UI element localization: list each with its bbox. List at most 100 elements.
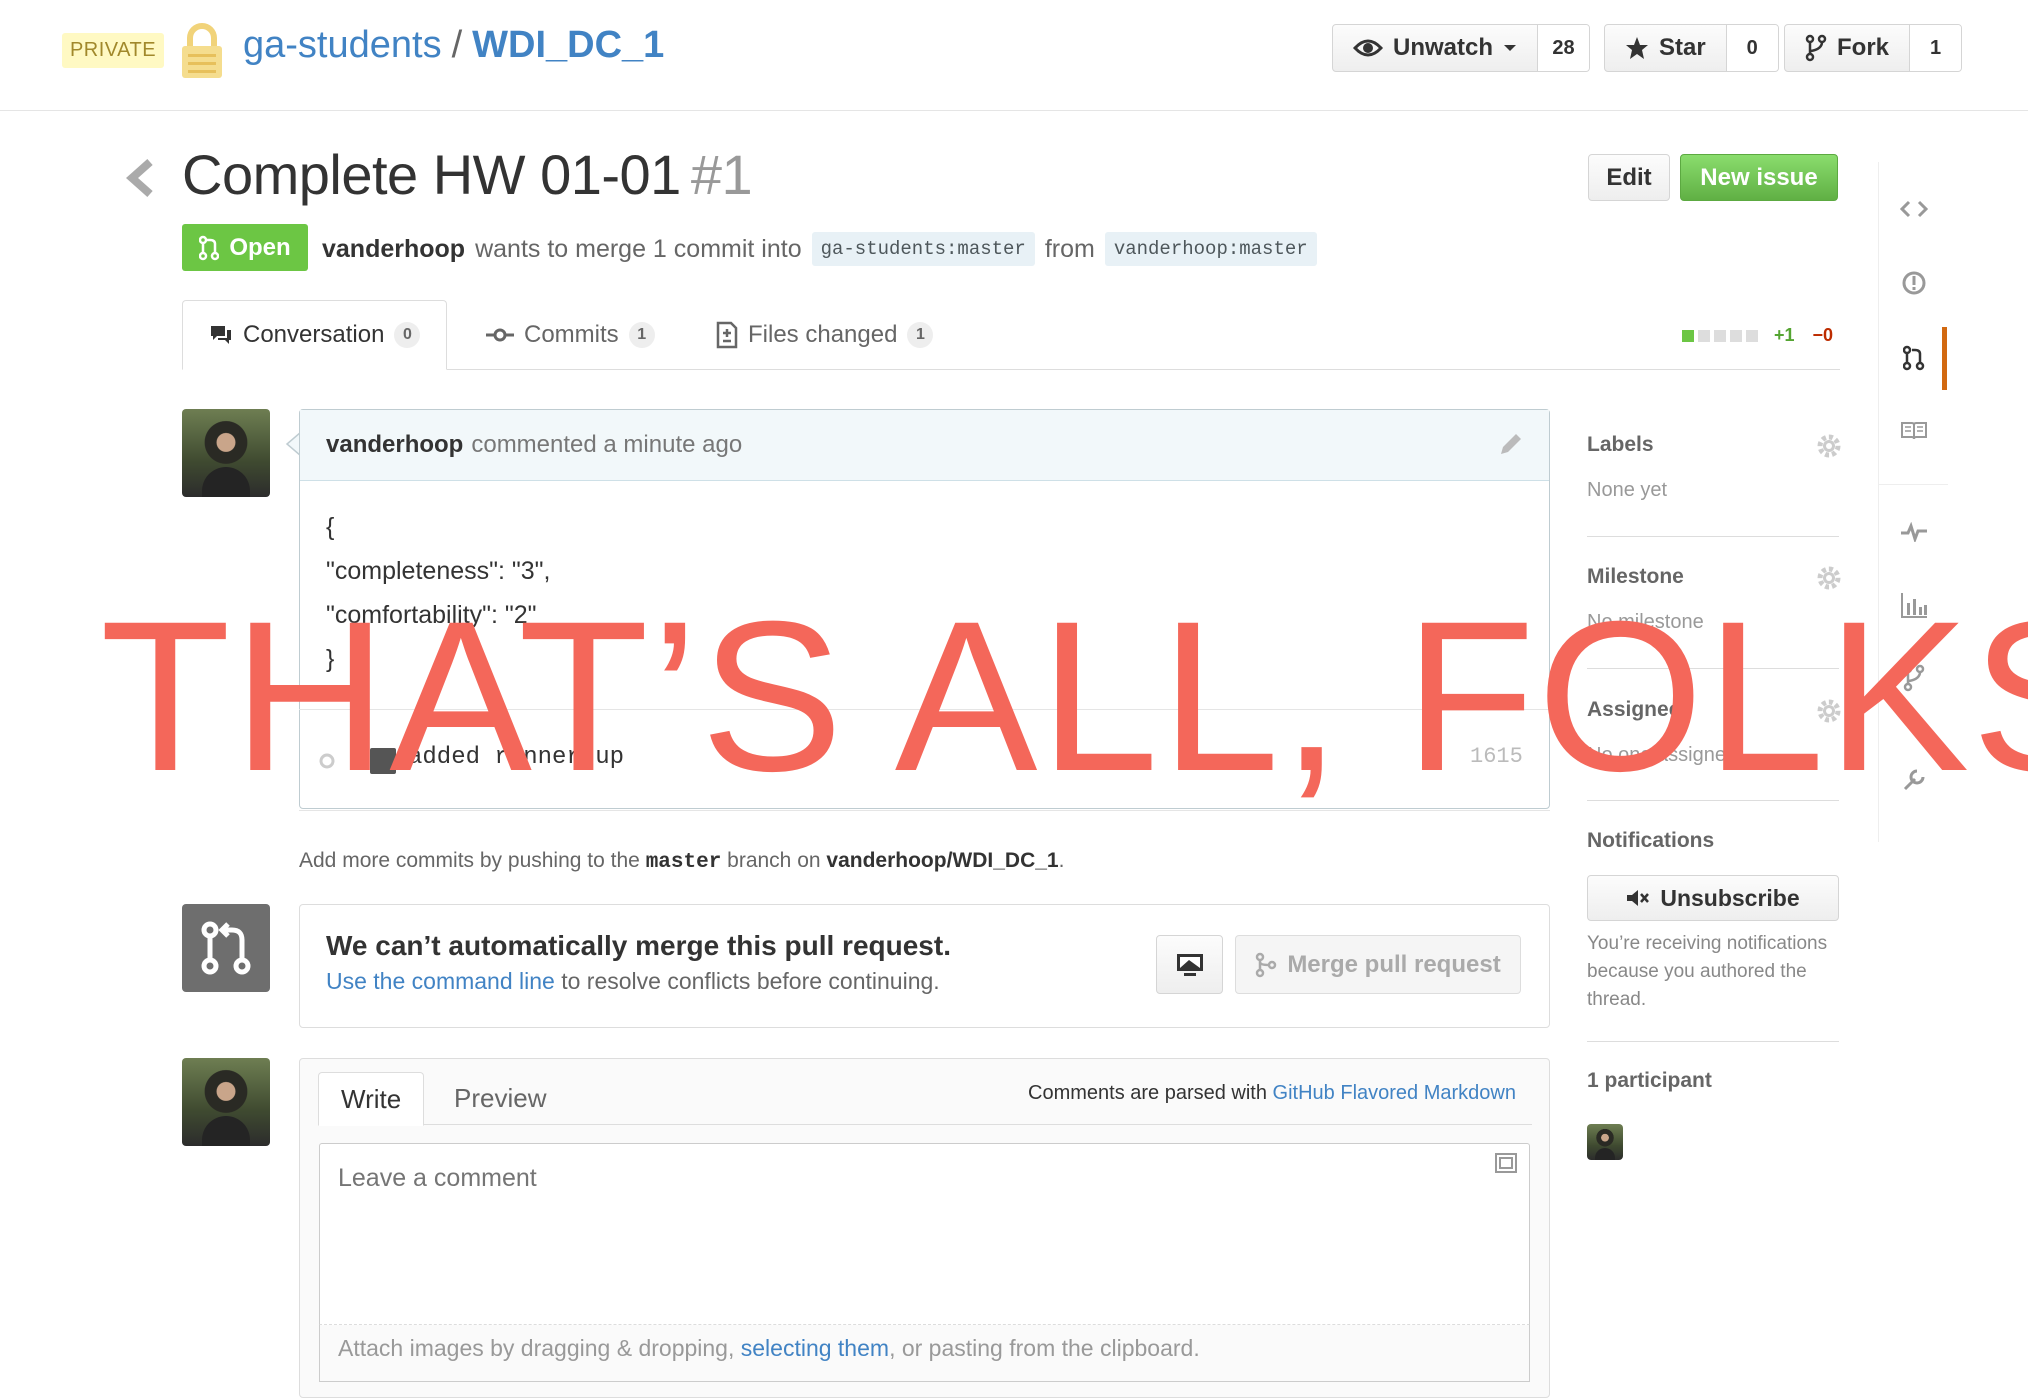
nav-issues[interactable] bbox=[1886, 263, 1942, 303]
fork-button-group: Fork 1 bbox=[1784, 24, 1963, 72]
fullscreen-icon[interactable] bbox=[1494, 1152, 1518, 1174]
tab-commits-count: 1 bbox=[628, 322, 655, 348]
forks-count[interactable]: 1 bbox=[1909, 25, 1962, 71]
unwatch-button[interactable]: Unwatch bbox=[1333, 25, 1537, 71]
pull-request-icon bbox=[201, 921, 251, 975]
avatar[interactable] bbox=[182, 409, 270, 497]
stargazers-count[interactable]: 0 bbox=[1725, 25, 1778, 71]
comment-line: { bbox=[326, 513, 335, 541]
participants-heading: 1 participant bbox=[1587, 1069, 1712, 1092]
push-note-prefix: Add more commits by pushing to the bbox=[299, 849, 640, 872]
attach-suffix: , or pasting from the clipboard. bbox=[889, 1335, 1200, 1361]
avatar[interactable] bbox=[182, 1058, 270, 1146]
tab-commits[interactable]: Commits 1 bbox=[460, 300, 681, 370]
repo-name-link[interactable]: WDI_DC_1 bbox=[472, 24, 664, 66]
repo-breadcrumb: ga-students / WDI_DC_1 bbox=[243, 24, 664, 67]
tab-preview[interactable]: Preview bbox=[432, 1072, 568, 1124]
comment-author-link[interactable]: vanderhoop bbox=[326, 431, 463, 459]
star-label: Star bbox=[1659, 34, 1706, 61]
nav-wiki[interactable] bbox=[1886, 411, 1942, 451]
repo-owner-link[interactable]: ga-students bbox=[243, 24, 442, 66]
tab-conversation-label: Conversation bbox=[243, 321, 385, 348]
sidebar-divider bbox=[1587, 536, 1839, 537]
pull-request-icon bbox=[199, 235, 220, 260]
participant-avatar[interactable] bbox=[1587, 1124, 1623, 1160]
attach-prefix: Attach images by dragging & dropping, bbox=[338, 1335, 735, 1361]
edit-button[interactable]: Edit bbox=[1588, 154, 1670, 201]
push-note-suffix: . bbox=[1058, 849, 1065, 872]
tab-write[interactable]: Write bbox=[318, 1072, 425, 1126]
chevron-down-icon bbox=[1504, 45, 1517, 51]
markdown-note: Comments are parsed with GitHub Flavored… bbox=[1028, 1082, 1516, 1105]
nav-divider bbox=[1878, 484, 1948, 485]
pencil-icon[interactable] bbox=[1497, 430, 1525, 458]
monitor-icon bbox=[1176, 953, 1203, 976]
tab-conversation[interactable]: Conversation 0 bbox=[182, 300, 448, 370]
pull-request-icon bbox=[1903, 345, 1925, 371]
eye-icon bbox=[1353, 39, 1383, 57]
nav-code[interactable] bbox=[1886, 189, 1942, 229]
select-files-link[interactable]: selecting them bbox=[741, 1335, 889, 1361]
merge-status-subtext: to resolve conflicts before continuing. bbox=[561, 968, 940, 994]
markdown-help-link[interactable]: GitHub Flavored Markdown bbox=[1273, 1082, 1516, 1104]
status-badge: Open bbox=[182, 224, 308, 271]
diffstat-deletions: −0 bbox=[1812, 325, 1834, 345]
diffstat-block bbox=[1730, 329, 1742, 342]
diffstat-block bbox=[1746, 329, 1758, 342]
fork-button[interactable]: Fork bbox=[1785, 25, 1909, 71]
star-button[interactable]: Star bbox=[1605, 25, 1726, 71]
nav-active-indicator bbox=[1942, 327, 1947, 390]
comment-textarea[interactable] bbox=[319, 1143, 1530, 1325]
unwatch-label: Unwatch bbox=[1393, 34, 1494, 61]
unsubscribe-button[interactable]: Unsubscribe bbox=[1587, 875, 1839, 921]
command-line-link[interactable]: Use the command line bbox=[326, 968, 555, 994]
repo-header: PRIVATE ga-students / WDI_DC_1 Unwatch 28 … bbox=[0, 0, 2028, 111]
from-label: from bbox=[1044, 234, 1095, 263]
diffstat-block bbox=[1682, 329, 1694, 342]
branch-icon bbox=[1256, 952, 1277, 977]
tab-commits-label: Commits bbox=[524, 321, 619, 348]
comment-header: vanderhoop commented a minute ago bbox=[300, 410, 1549, 481]
chevron-left-icon[interactable] bbox=[124, 158, 156, 198]
command-line-button[interactable] bbox=[1156, 935, 1223, 994]
participants-section: 1 participant bbox=[1587, 1069, 1839, 1093]
issue-icon bbox=[1902, 271, 1926, 295]
fork-label: Fork bbox=[1837, 34, 1890, 61]
mute-icon bbox=[1627, 890, 1650, 906]
markdown-note-prefix: Comments are parsed with bbox=[1028, 1082, 1267, 1104]
tab-files-changed[interactable]: Files changed 1 bbox=[690, 300, 959, 370]
watchers-count[interactable]: 28 bbox=[1537, 25, 1590, 71]
file-diff-icon bbox=[716, 321, 738, 349]
star-button-group: Star 0 bbox=[1604, 24, 1779, 72]
unsubscribe-label: Unsubscribe bbox=[1660, 884, 1800, 911]
diffstat-block bbox=[1698, 329, 1710, 342]
head-branch: vanderhoop:master bbox=[1104, 232, 1317, 266]
merge-status-subtitle: Use the command line to resolve conflict… bbox=[326, 968, 940, 995]
tab-conversation-count: 0 bbox=[394, 322, 421, 348]
push-note-branch: master bbox=[645, 851, 722, 874]
lock-icon bbox=[182, 23, 222, 78]
notifications-section: Notifications bbox=[1587, 829, 1839, 853]
nav-pull-requests[interactable] bbox=[1886, 338, 1942, 378]
private-badge: PRIVATE bbox=[62, 33, 164, 68]
issue-number: #1 bbox=[690, 143, 753, 206]
page-title: Complete HW 01-01 #1 bbox=[182, 142, 753, 207]
code-icon bbox=[1900, 200, 1928, 218]
nav-pulse[interactable] bbox=[1886, 512, 1942, 552]
new-issue-button[interactable]: New issue bbox=[1680, 154, 1838, 201]
gear-icon[interactable] bbox=[1816, 433, 1842, 459]
comment-icon bbox=[211, 326, 231, 344]
notifications-reason: You’re receiving notifications because y… bbox=[1587, 933, 1828, 1010]
attach-images-note: Attach images by dragging & dropping, se… bbox=[319, 1325, 1530, 1382]
base-branch: ga-students:master bbox=[811, 232, 1035, 266]
form-tabs-divider bbox=[318, 1124, 1532, 1125]
tab-files-changed-count: 1 bbox=[907, 322, 934, 348]
merge-meta: vanderhoop wants to merge 1 commit into … bbox=[322, 232, 1317, 266]
push-note-repo: vanderhoop/WDI_DC_1 bbox=[826, 849, 1059, 872]
sidebar-divider bbox=[1587, 1041, 1839, 1042]
merge-pull-request-button[interactable]: Merge pull request bbox=[1235, 935, 1521, 994]
pr-author-link[interactable]: vanderhoop bbox=[322, 235, 465, 264]
diffstat: +1 −0 bbox=[1682, 325, 1833, 346]
star-icon bbox=[1626, 37, 1648, 59]
push-note-middle: branch on bbox=[727, 849, 821, 872]
